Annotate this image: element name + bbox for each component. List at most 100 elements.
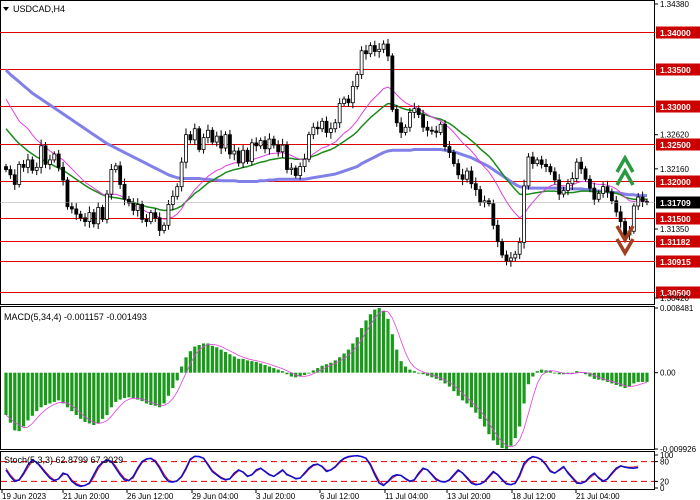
candle-body <box>78 213 83 219</box>
candle-body <box>425 126 430 131</box>
candle-body <box>438 123 443 133</box>
time-tick-label: 21 Jun 20:00 <box>63 492 110 500</box>
level-price-label: 1.32000 <box>660 177 691 187</box>
macd-tick-label: 0.00 <box>660 369 676 378</box>
macd-histogram-bar <box>153 372 157 406</box>
macd-histogram-bar <box>307 372 311 374</box>
candle-body <box>460 174 465 180</box>
macd-histogram-bar <box>228 354 232 373</box>
candle-body <box>280 144 285 153</box>
candle-body <box>39 145 44 168</box>
macd-histogram-bar <box>162 372 166 404</box>
macd-histogram-bar <box>118 372 122 400</box>
candle-body <box>377 48 382 52</box>
macd-histogram-bar <box>285 372 289 375</box>
macd-histogram-bar <box>87 372 92 424</box>
candle-body <box>223 134 228 149</box>
macd-histogram-bar <box>96 372 100 424</box>
time-tick-label: 26 Jun 12:00 <box>127 492 174 500</box>
candle-body <box>574 161 579 179</box>
candle-body <box>179 161 184 188</box>
candle-body <box>390 55 395 110</box>
macd-histogram-bar <box>329 362 333 373</box>
macd-histogram-bar <box>250 361 254 373</box>
candle-body <box>447 146 452 153</box>
candle-body <box>21 163 26 168</box>
macd-histogram-bar <box>645 372 649 382</box>
candle-body <box>588 178 592 189</box>
macd-histogram-bar <box>395 349 399 373</box>
candle-body <box>258 140 263 147</box>
dropdown-triangle-icon[interactable] <box>3 7 9 11</box>
macd-histogram-bar <box>421 372 425 375</box>
macd-histogram-bar <box>21 372 26 427</box>
candle-body <box>184 134 188 163</box>
macd-histogram-bar <box>39 372 43 408</box>
macd-histogram-bar <box>17 372 21 432</box>
macd-histogram-bar <box>509 372 513 446</box>
candle-body <box>109 169 114 195</box>
candle-body <box>429 129 434 132</box>
candle-body <box>153 212 158 219</box>
macd-histogram-bar <box>206 343 210 373</box>
candle-body <box>473 183 478 191</box>
candle-body <box>271 138 276 146</box>
candle-body <box>219 135 224 149</box>
macd-histogram-bar <box>557 372 561 375</box>
macd-histogram-bar <box>267 366 272 373</box>
candle-body <box>201 137 206 150</box>
macd-histogram-bar <box>447 372 452 387</box>
candle-body <box>135 204 140 211</box>
macd-histogram-bar <box>131 372 135 399</box>
candle-body <box>12 174 17 185</box>
macd-histogram-bar <box>259 363 263 373</box>
candle-body <box>346 98 351 104</box>
candle-body <box>570 178 575 185</box>
macd-histogram-bar <box>636 372 640 382</box>
candle-body <box>228 134 232 155</box>
macd-histogram-bar <box>215 347 219 373</box>
macd-histogram-bar <box>417 372 421 374</box>
time-tick-label: 11 Jul 04:00 <box>385 492 429 500</box>
macd-histogram-bar <box>158 372 162 408</box>
macd-histogram-bar <box>210 345 214 373</box>
candle-body <box>526 156 531 187</box>
candle-body <box>381 43 386 50</box>
macd-histogram-bar <box>364 320 368 373</box>
candle-body <box>148 212 153 222</box>
macd-histogram-bar <box>377 308 381 373</box>
level-price-label: 1.31500 <box>660 214 691 224</box>
candle-body <box>276 144 281 153</box>
macd-histogram-bar <box>641 372 645 382</box>
macd-histogram-bar <box>180 366 184 373</box>
candle-body <box>557 179 562 195</box>
macd-histogram-bar <box>632 372 636 384</box>
time-axis: 19 Jun 2023 21 Jun 20:00 26 Jun 12:00 29 Ju… <box>1 490 620 500</box>
candle-body <box>87 212 92 222</box>
macd-histogram-bar <box>127 372 131 398</box>
macd-histogram-bar <box>65 372 70 408</box>
macd-histogram-bar <box>237 358 241 373</box>
candle-body <box>372 45 377 52</box>
macd-histogram-bar <box>241 358 245 373</box>
macd-histogram-bar <box>26 372 30 421</box>
current-price-label: 1.31709 <box>660 198 691 208</box>
macd-histogram-bar <box>351 343 355 373</box>
macd-histogram-bar <box>311 370 315 373</box>
candle-body <box>465 170 469 180</box>
candle-body <box>579 161 584 170</box>
candle-body <box>170 195 175 205</box>
macd-histogram-bar <box>43 372 48 405</box>
candlesticks: 1.31709 <box>0 38 700 267</box>
macd-histogram-bar <box>627 372 632 387</box>
double-chevron-up-arrow-icon <box>615 154 635 186</box>
candle-body <box>175 186 180 197</box>
candle-body <box>166 204 171 226</box>
candle-body <box>61 166 65 181</box>
macd-histogram-bar <box>403 366 408 373</box>
candle-body <box>96 207 101 225</box>
macd-histogram-bar <box>504 372 509 449</box>
macd-histogram-bar <box>35 372 39 412</box>
candle-body <box>342 98 346 104</box>
candle-body <box>188 134 193 141</box>
